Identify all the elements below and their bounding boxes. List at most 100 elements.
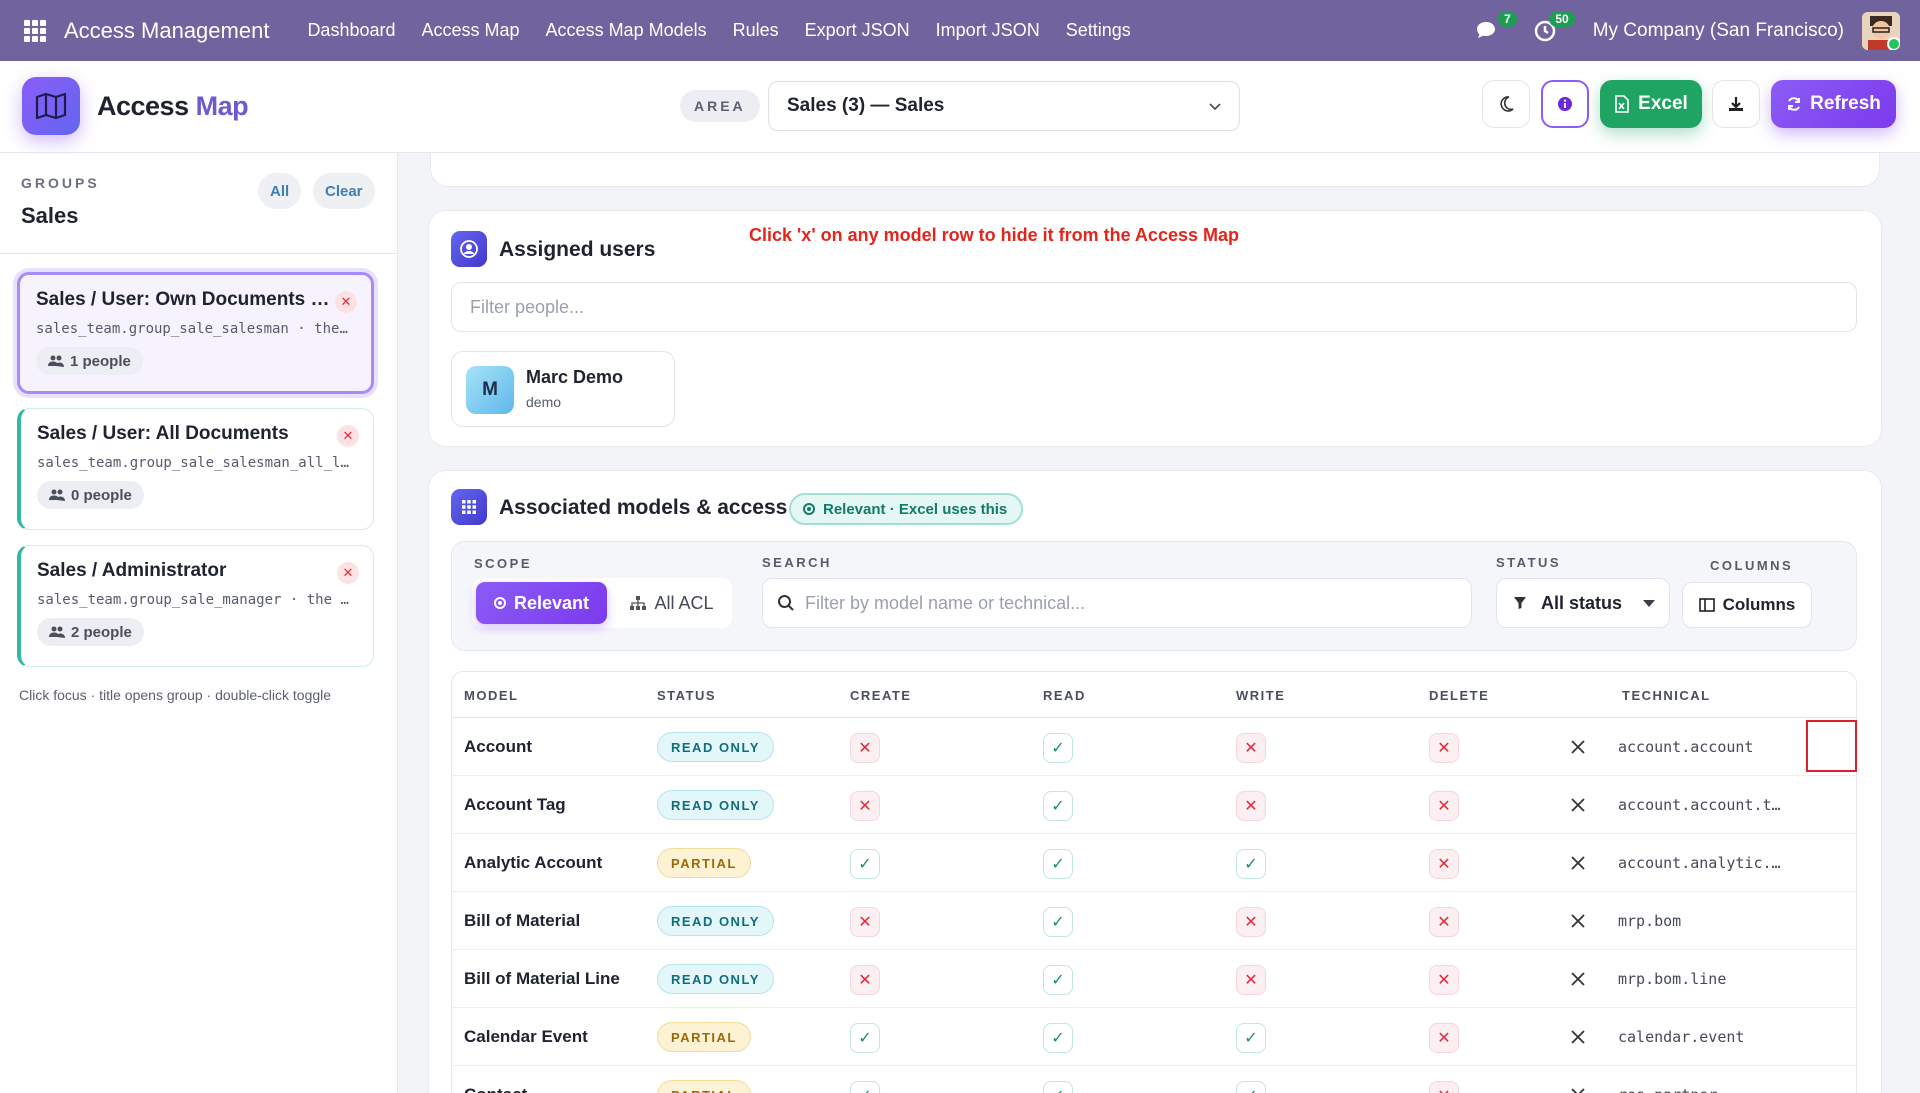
refresh-icon	[1788, 97, 1801, 111]
columns-icon	[1698, 598, 1715, 612]
models-table: MODEL STATUS CREATE READ WRITE DELETE TE…	[451, 671, 1857, 1093]
group-title[interactable]: Sales / Administrator	[37, 560, 332, 582]
table-row[interactable]: Account Tag READ ONLY ✕ ✓ ✕ ✕ account.account.…	[452, 776, 1856, 834]
model-name: Analytic Account	[464, 853, 603, 872]
scope-toggle: Relevant All ACL	[472, 578, 732, 628]
user-login: demo	[526, 394, 562, 410]
activity-badge: 50	[1549, 10, 1575, 27]
activity-button[interactable]: 50	[1529, 10, 1575, 47]
remove-group-button[interactable]: ✕	[337, 425, 359, 447]
group-card[interactable]: Sales / Administrator sales_team.group_s…	[17, 545, 374, 667]
table-row[interactable]: Analytic Account PARTIAL ✓ ✓ ✓ ✕ account.analy…	[452, 834, 1856, 892]
dark-mode-button[interactable]	[1482, 80, 1530, 128]
create-check-icon: ✓	[850, 1023, 880, 1053]
scope-all-acl-button[interactable]: All ACL	[617, 582, 727, 624]
refresh-button[interactable]: Refresh	[1771, 80, 1896, 128]
group-title[interactable]: Sales / User: All Documents	[37, 423, 332, 445]
create-check-icon: ✓	[850, 849, 880, 879]
model-name: Calendar Event	[464, 1027, 588, 1046]
excel-export-button[interactable]: Excel	[1600, 80, 1702, 128]
col-header-write[interactable]: WRITE	[1236, 688, 1285, 703]
create-cross-icon: ✕	[850, 965, 880, 995]
nav-access-map[interactable]: Access Map	[422, 20, 520, 41]
company-switcher[interactable]: My Company (San Francisco)	[1593, 20, 1844, 42]
annotation-text: Click 'x' on any model row to hide it fr…	[749, 225, 1239, 245]
hide-model-button[interactable]	[1566, 967, 1590, 991]
model-search-input[interactable]	[805, 579, 1455, 627]
hide-model-button[interactable]	[1566, 909, 1590, 933]
messages-badge: 7	[1498, 10, 1517, 27]
hide-model-button[interactable]	[1566, 1025, 1590, 1049]
hide-model-button[interactable]	[1566, 851, 1590, 875]
search-icon	[778, 595, 794, 611]
topbar-right: 7 50 My Company (San Francisco)	[1471, 0, 1920, 61]
close-icon	[1571, 740, 1585, 754]
table-header: MODEL STATUS CREATE READ WRITE DELETE TE…	[452, 672, 1856, 718]
columns-button[interactable]: Columns	[1682, 582, 1812, 628]
nav-dashboard[interactable]: Dashboard	[307, 20, 395, 41]
col-header-create[interactable]: CREATE	[850, 688, 911, 703]
scope-relevant-button[interactable]: Relevant	[476, 582, 607, 624]
search-label: SEARCH	[762, 555, 832, 570]
caret-down-icon	[1643, 600, 1655, 607]
hide-model-button[interactable]	[1566, 793, 1590, 817]
nav-settings[interactable]: Settings	[1066, 20, 1131, 41]
close-icon	[1571, 972, 1585, 986]
model-technical: calendar.event	[1618, 1028, 1745, 1046]
info-button[interactable]	[1541, 80, 1589, 128]
status-badge: PARTIAL	[657, 1080, 751, 1093]
group-card[interactable]: Sales / User: All Documents sales_team.g…	[17, 408, 374, 530]
remove-group-button[interactable]: ✕	[335, 291, 357, 313]
create-check-icon: ✓	[850, 1081, 880, 1093]
select-all-button[interactable]: All	[258, 173, 302, 209]
hide-model-button[interactable]	[1566, 735, 1590, 759]
delete-cross-icon: ✕	[1429, 1023, 1459, 1053]
clear-button[interactable]: Clear	[313, 173, 375, 209]
apps-grid-icon[interactable]	[24, 19, 46, 42]
nav-export-json[interactable]: Export JSON	[805, 20, 910, 41]
status-badge: PARTIAL	[657, 1022, 751, 1052]
messages-button[interactable]: 7	[1471, 10, 1517, 47]
groups-sidebar: GROUPS Sales All Clear Sales / User: Own…	[0, 153, 398, 1093]
users-icon	[49, 626, 65, 638]
col-header-model[interactable]: MODEL	[464, 688, 518, 703]
filter-people-input[interactable]	[451, 282, 1857, 332]
download-button[interactable]	[1712, 80, 1760, 128]
remove-group-button[interactable]: ✕	[337, 562, 359, 584]
user-avatar[interactable]	[1862, 11, 1900, 50]
status-badge: READ ONLY	[657, 906, 774, 936]
read-check-icon: ✓	[1043, 907, 1073, 937]
users-icon	[48, 355, 64, 367]
hide-model-button[interactable]	[1566, 1083, 1590, 1093]
user-card[interactable]: M Marc Demo demo	[451, 351, 675, 427]
user-name: Marc Demo	[526, 367, 624, 387]
model-technical: mrp.bom.line	[1618, 970, 1727, 988]
table-row[interactable]: Calendar Event PARTIAL ✓ ✓ ✓ ✕ calendar.event	[452, 1008, 1856, 1066]
nav-rules[interactable]: Rules	[733, 20, 779, 41]
app-brand[interactable]: Access Management	[64, 18, 269, 44]
col-header-technical[interactable]: TECHNICAL	[1622, 688, 1711, 703]
col-header-status[interactable]: STATUS	[657, 688, 716, 703]
relevant-badge: Relevant · Excel uses this	[789, 493, 1024, 525]
write-cross-icon: ✕	[1236, 907, 1266, 937]
nav-import-json[interactable]: Import JSON	[936, 20, 1040, 41]
table-row[interactable]: Bill of Material Line READ ONLY ✕ ✓ ✕ ✕ mrp.bo…	[452, 950, 1856, 1008]
table-row[interactable]: Bill of Material READ ONLY ✕ ✓ ✕ ✕ mrp.bom	[452, 892, 1856, 950]
table-row[interactable]: Contact PARTIAL ✓ ✓ ✓ ✕ res.partner	[452, 1066, 1856, 1093]
status-badge: READ ONLY	[657, 790, 774, 820]
group-title[interactable]: Sales / User: Own Documents Only	[36, 289, 331, 311]
overview-card-bottom	[430, 153, 1880, 187]
group-card[interactable]: Sales / User: Own Documents Only sales_t…	[17, 272, 374, 394]
close-icon	[1571, 1030, 1585, 1044]
read-check-icon: ✓	[1043, 1023, 1073, 1053]
col-header-read[interactable]: READ	[1043, 688, 1086, 703]
col-header-delete[interactable]: DELETE	[1429, 688, 1489, 703]
area-select[interactable]: Sales (3) — Sales	[768, 81, 1240, 131]
nav-access-map-models[interactable]: Access Map Models	[546, 20, 707, 41]
page-header: Access Map AREA Sales (3) — Sales Excel …	[0, 61, 1920, 153]
group-people-count: 0 people	[37, 481, 144, 509]
sidebar-hint: Click focus · title opens group · double…	[19, 687, 332, 703]
status-select[interactable]: All status	[1496, 578, 1670, 628]
table-row[interactable]: Account READ ONLY ✕ ✓ ✕ ✕ account.account	[452, 718, 1856, 776]
user-initial-avatar: M	[466, 366, 514, 414]
